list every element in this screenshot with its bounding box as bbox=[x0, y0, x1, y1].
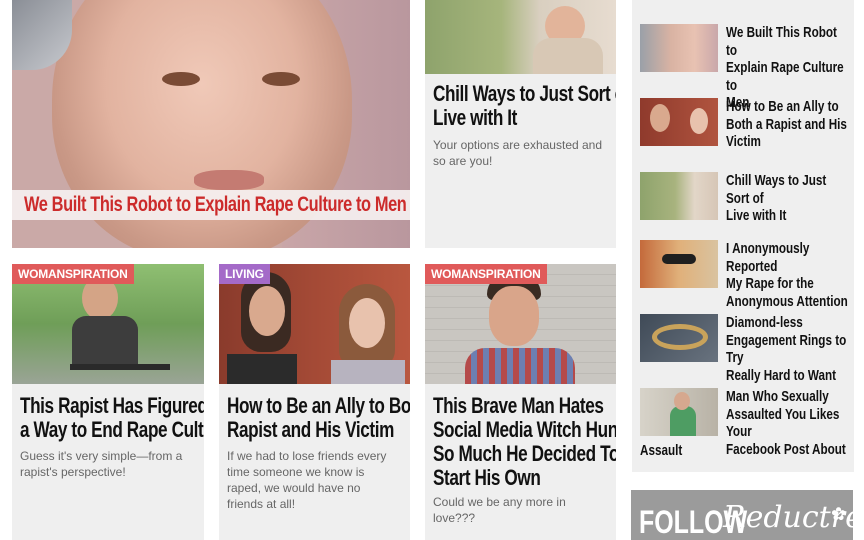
dek-line: Your options are exhausted and bbox=[433, 138, 603, 152]
title-line[interactable]: Social Media Witch Hunts bbox=[433, 418, 616, 442]
eye-right bbox=[262, 72, 300, 86]
title-line[interactable]: This Rapist Has Figured Out bbox=[20, 394, 204, 418]
follow-banner[interactable]: FOLLOW Reductress ✿ bbox=[631, 490, 864, 540]
article-card-ally[interactable]: LIVING How to Be an Ally to Both a Rapis… bbox=[219, 264, 410, 540]
title-line[interactable]: So Much He Decided To bbox=[433, 442, 616, 466]
woman2-top-image bbox=[331, 360, 405, 384]
title-line[interactable]: Explain Rape Culture to bbox=[726, 59, 851, 94]
sidebar-thumb[interactable] bbox=[640, 24, 718, 72]
title-line[interactable]: How to Be an Ally to bbox=[726, 98, 851, 116]
hero-title[interactable]: We Built This Robot to Explain Rape Cult… bbox=[24, 190, 407, 220]
title-line[interactable]: Man Who Sexually bbox=[726, 388, 851, 406]
article-card-brave-man[interactable]: WOMANSPIRATION This Brave Man Hates Soci… bbox=[425, 264, 616, 540]
title-line[interactable]: Live with It bbox=[433, 106, 517, 130]
title-line[interactable]: Facebook Post About bbox=[726, 441, 851, 459]
bike-image bbox=[70, 364, 170, 370]
sidebar-thumb[interactable] bbox=[640, 240, 718, 288]
title-line[interactable]: Both a Rapist and His bbox=[726, 116, 851, 134]
dek-line: raped, we would have no bbox=[227, 481, 361, 495]
article-title[interactable]: How to Be an Ally to Both a Rapist and H… bbox=[227, 394, 410, 442]
woman-face-image bbox=[249, 286, 285, 336]
title-line[interactable]: Anonymous Attention bbox=[726, 293, 851, 311]
dek-line: Guess it's very simple—from a bbox=[20, 449, 183, 463]
man-shirt-image bbox=[72, 316, 138, 370]
article-dek: Could we be any more in love??? bbox=[433, 494, 566, 526]
dek-line: If we had to lose friends every bbox=[227, 449, 387, 463]
woman2-face-image bbox=[690, 108, 708, 134]
sidebar-thumb[interactable] bbox=[640, 388, 718, 436]
dek-line: so are you! bbox=[433, 154, 493, 168]
article-card-rapist-figured-out[interactable]: WOMANSPIRATION This Rapist Has Figured O… bbox=[12, 264, 204, 540]
sidebar-title[interactable]: Chill Ways to Just Sort of Live with It bbox=[726, 172, 854, 225]
title-line[interactable]: We Built This Robot to bbox=[726, 24, 851, 59]
title-line[interactable]: Assault bbox=[640, 442, 682, 459]
article-dek: Guess it's very simple—from a rapist's p… bbox=[20, 448, 182, 480]
woman-green-shirt-image bbox=[670, 406, 696, 436]
scarf-image bbox=[533, 38, 603, 74]
flower-icon: ✿ bbox=[831, 504, 847, 524]
woman-top-image bbox=[227, 354, 297, 384]
article-dek: Your options are exhausted and so are yo… bbox=[433, 137, 602, 169]
title-line[interactable]: I Anonymously Reported bbox=[726, 240, 851, 275]
sidebar-title[interactable]: I Anonymously Reported My Rape for the A… bbox=[726, 240, 854, 310]
sidebar-title-overflow[interactable]: Assault bbox=[640, 442, 694, 459]
plaid-shirt-image bbox=[465, 348, 575, 384]
title-line[interactable]: Engagement Rings to Try bbox=[726, 332, 851, 367]
sidebar-thumb[interactable] bbox=[640, 314, 718, 362]
woman2-face-image bbox=[349, 298, 385, 348]
category-tag[interactable]: LIVING bbox=[219, 264, 270, 284]
sidebar-popular: We Built This Robot to Explain Rape Cult… bbox=[632, 0, 854, 472]
title-line[interactable]: This Brave Man Hates bbox=[433, 394, 604, 418]
sidebar-thumb[interactable] bbox=[640, 98, 718, 146]
sidebar-thumb[interactable] bbox=[640, 172, 718, 220]
title-line[interactable]: Diamond-less bbox=[726, 314, 851, 332]
title-line[interactable]: Chill Ways to Just Sort of bbox=[433, 82, 616, 106]
dek-line: time someone we know is bbox=[227, 465, 365, 479]
lips bbox=[194, 170, 264, 190]
title-line[interactable]: Victim bbox=[726, 133, 851, 151]
sidebar-title[interactable]: How to Be an Ally to Both a Rapist and H… bbox=[726, 98, 854, 151]
sidebar-title[interactable]: Man Who Sexually Assaulted You Likes You… bbox=[726, 388, 854, 458]
article-card-chill-ways[interactable]: Chill Ways to Just Sort of Live with It … bbox=[425, 0, 616, 248]
article-title[interactable]: This Brave Man Hates Social Media Witch … bbox=[433, 394, 616, 490]
article-title[interactable]: Chill Ways to Just Sort of Live with It bbox=[433, 82, 616, 130]
ring-image bbox=[652, 324, 708, 350]
title-line[interactable]: Live with It bbox=[726, 207, 851, 225]
eye-left bbox=[162, 72, 200, 86]
title-line[interactable]: How to Be an Ally to Both a bbox=[227, 394, 410, 418]
title-line[interactable]: Assaulted You Likes Your bbox=[726, 406, 851, 441]
title-line[interactable]: Start His Own bbox=[433, 466, 541, 490]
title-line[interactable]: Rapist and His Victim bbox=[227, 418, 394, 442]
category-tag[interactable]: WOMANSPIRATION bbox=[12, 264, 134, 284]
article-title[interactable]: This Rapist Has Figured Out a Way to End… bbox=[20, 394, 204, 442]
dek-line: Could we be any more in bbox=[433, 495, 566, 509]
article-image bbox=[425, 0, 616, 74]
woman-face-image bbox=[674, 392, 690, 410]
article-dek: If we had to lose friends every time som… bbox=[227, 448, 386, 512]
hero-title-bar[interactable]: We Built This Robot to Explain Rape Cult… bbox=[12, 190, 410, 220]
title-line[interactable]: My Rape for the bbox=[726, 275, 851, 293]
woman-face-image bbox=[650, 104, 670, 132]
dek-line: friends at all! bbox=[227, 497, 296, 511]
dek-line: love??? bbox=[433, 511, 476, 525]
title-line[interactable]: a Way to End Rape Culture bbox=[20, 418, 204, 442]
dek-line: rapist's perspective! bbox=[20, 465, 126, 479]
title-line[interactable]: Chill Ways to Just Sort of bbox=[726, 172, 851, 207]
sidebar-title[interactable]: Diamond-less Engagement Rings to Try Rea… bbox=[726, 314, 854, 384]
title-line[interactable]: Really Hard to Want bbox=[726, 367, 851, 385]
sunglasses-image bbox=[662, 254, 696, 264]
man-face-image bbox=[489, 286, 539, 346]
category-tag[interactable]: WOMANSPIRATION bbox=[425, 264, 547, 284]
